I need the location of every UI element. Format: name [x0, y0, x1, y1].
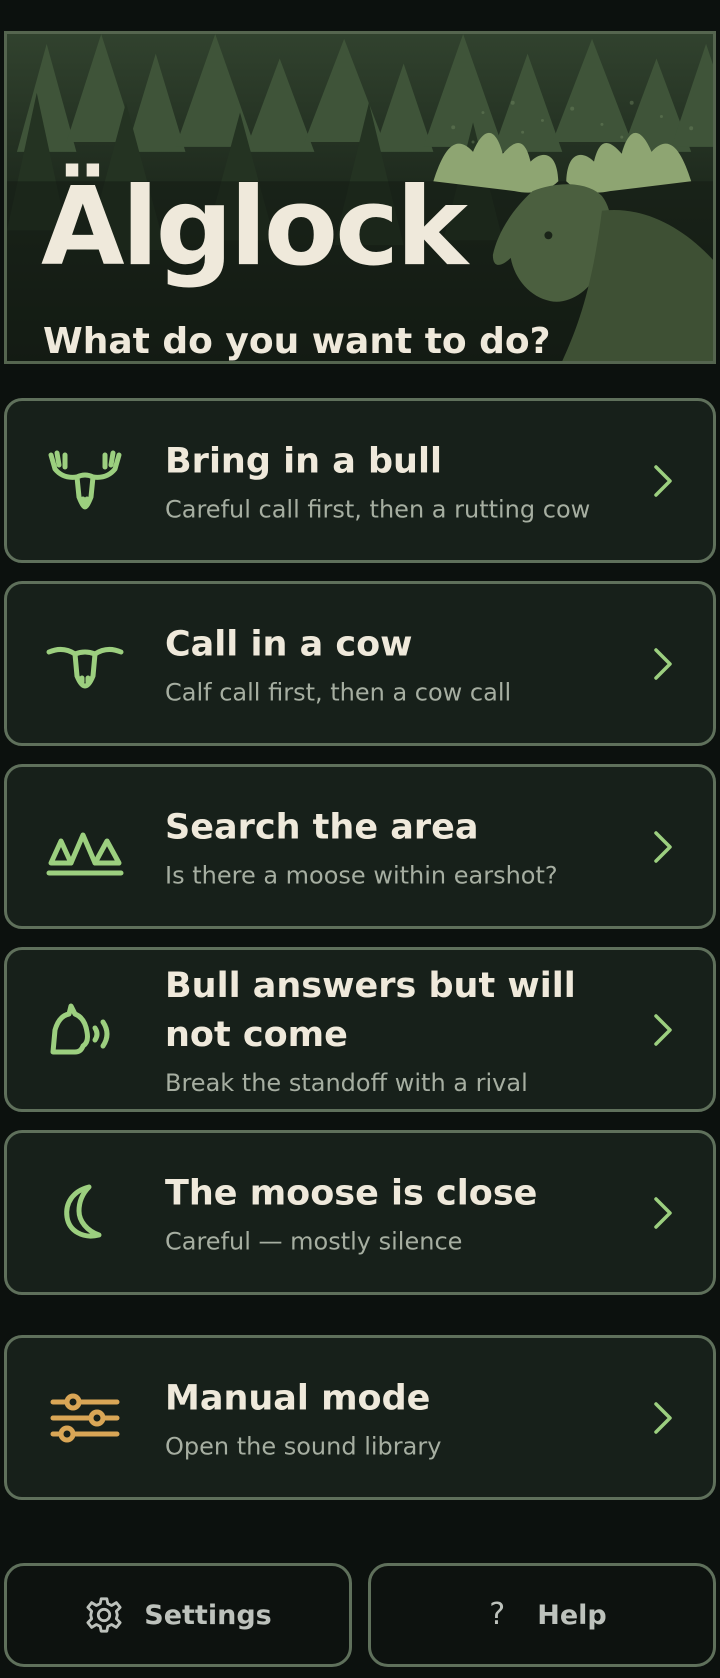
action-text: Bull answers but will not come Break the…	[165, 962, 627, 1098]
action-title: Bull answers but will not come	[165, 965, 576, 1055]
action-subtitle: Careful — mostly silence	[165, 1227, 463, 1255]
chevron-right-icon	[654, 830, 672, 863]
action-text: Bring in a bull Careful call first, then…	[165, 437, 627, 524]
chevron-right-icon	[654, 1401, 672, 1434]
action-title: The moose is close	[165, 1173, 538, 1213]
sliders-icon	[45, 1378, 125, 1458]
moose-bull-icon	[45, 441, 125, 521]
moon-icon	[45, 1173, 125, 1253]
action-title: Search the area	[165, 807, 479, 847]
chevron-right-icon	[654, 1013, 672, 1046]
question-icon: ?	[477, 1595, 517, 1635]
gear-icon	[84, 1595, 124, 1635]
hero-banner: Älglock What do you want to do?	[4, 31, 716, 364]
action-text: Search the area Is there a moose within …	[165, 803, 627, 890]
forest-icon	[45, 807, 125, 887]
action-subtitle: Calf call first, then a cow call	[165, 678, 512, 706]
chevron-right-icon	[654, 464, 672, 497]
action-title: Bring in a bull	[165, 441, 442, 481]
action-text: Call in a cow Calf call first, then a co…	[165, 620, 627, 707]
manual-text: Manual mode Open the sound library	[165, 1374, 627, 1461]
page-subtitle: What do you want to do?	[43, 321, 551, 362]
action-call-in-cow[interactable]: Call in a cow Calf call first, then a co…	[4, 581, 716, 746]
manual-title: Manual mode	[165, 1378, 431, 1418]
chevron-right-icon	[654, 647, 672, 680]
moose-cow-icon	[45, 624, 125, 704]
manual-subtitle: Open the sound library	[165, 1432, 442, 1460]
question-glyph: ?	[489, 1597, 506, 1632]
app-title: Älglock	[41, 165, 468, 290]
action-search-area[interactable]: Search the area Is there a moose within …	[4, 764, 716, 929]
action-text: The moose is close Careful — mostly sile…	[165, 1169, 627, 1256]
action-moose-close[interactable]: The moose is close Careful — mostly sile…	[4, 1130, 716, 1295]
help-label: Help	[537, 1599, 607, 1631]
help-button[interactable]: ? Help	[368, 1563, 716, 1667]
action-title: Call in a cow	[165, 624, 413, 664]
settings-button[interactable]: Settings	[4, 1563, 352, 1667]
chevron-right-icon	[654, 1196, 672, 1229]
action-subtitle: Is there a moose within earshot?	[165, 861, 558, 889]
action-bring-in-bull[interactable]: Bring in a bull Careful call first, then…	[4, 398, 716, 563]
action-bull-answers[interactable]: Bull answers but will not come Break the…	[4, 947, 716, 1112]
action-subtitle: Break the standoff with a rival	[165, 1068, 528, 1097]
action-subtitle: Careful call first, then a rutting cow	[165, 495, 591, 523]
calling-moose-icon	[45, 990, 125, 1070]
manual-mode-card[interactable]: Manual mode Open the sound library	[4, 1335, 716, 1500]
settings-label: Settings	[144, 1599, 272, 1631]
